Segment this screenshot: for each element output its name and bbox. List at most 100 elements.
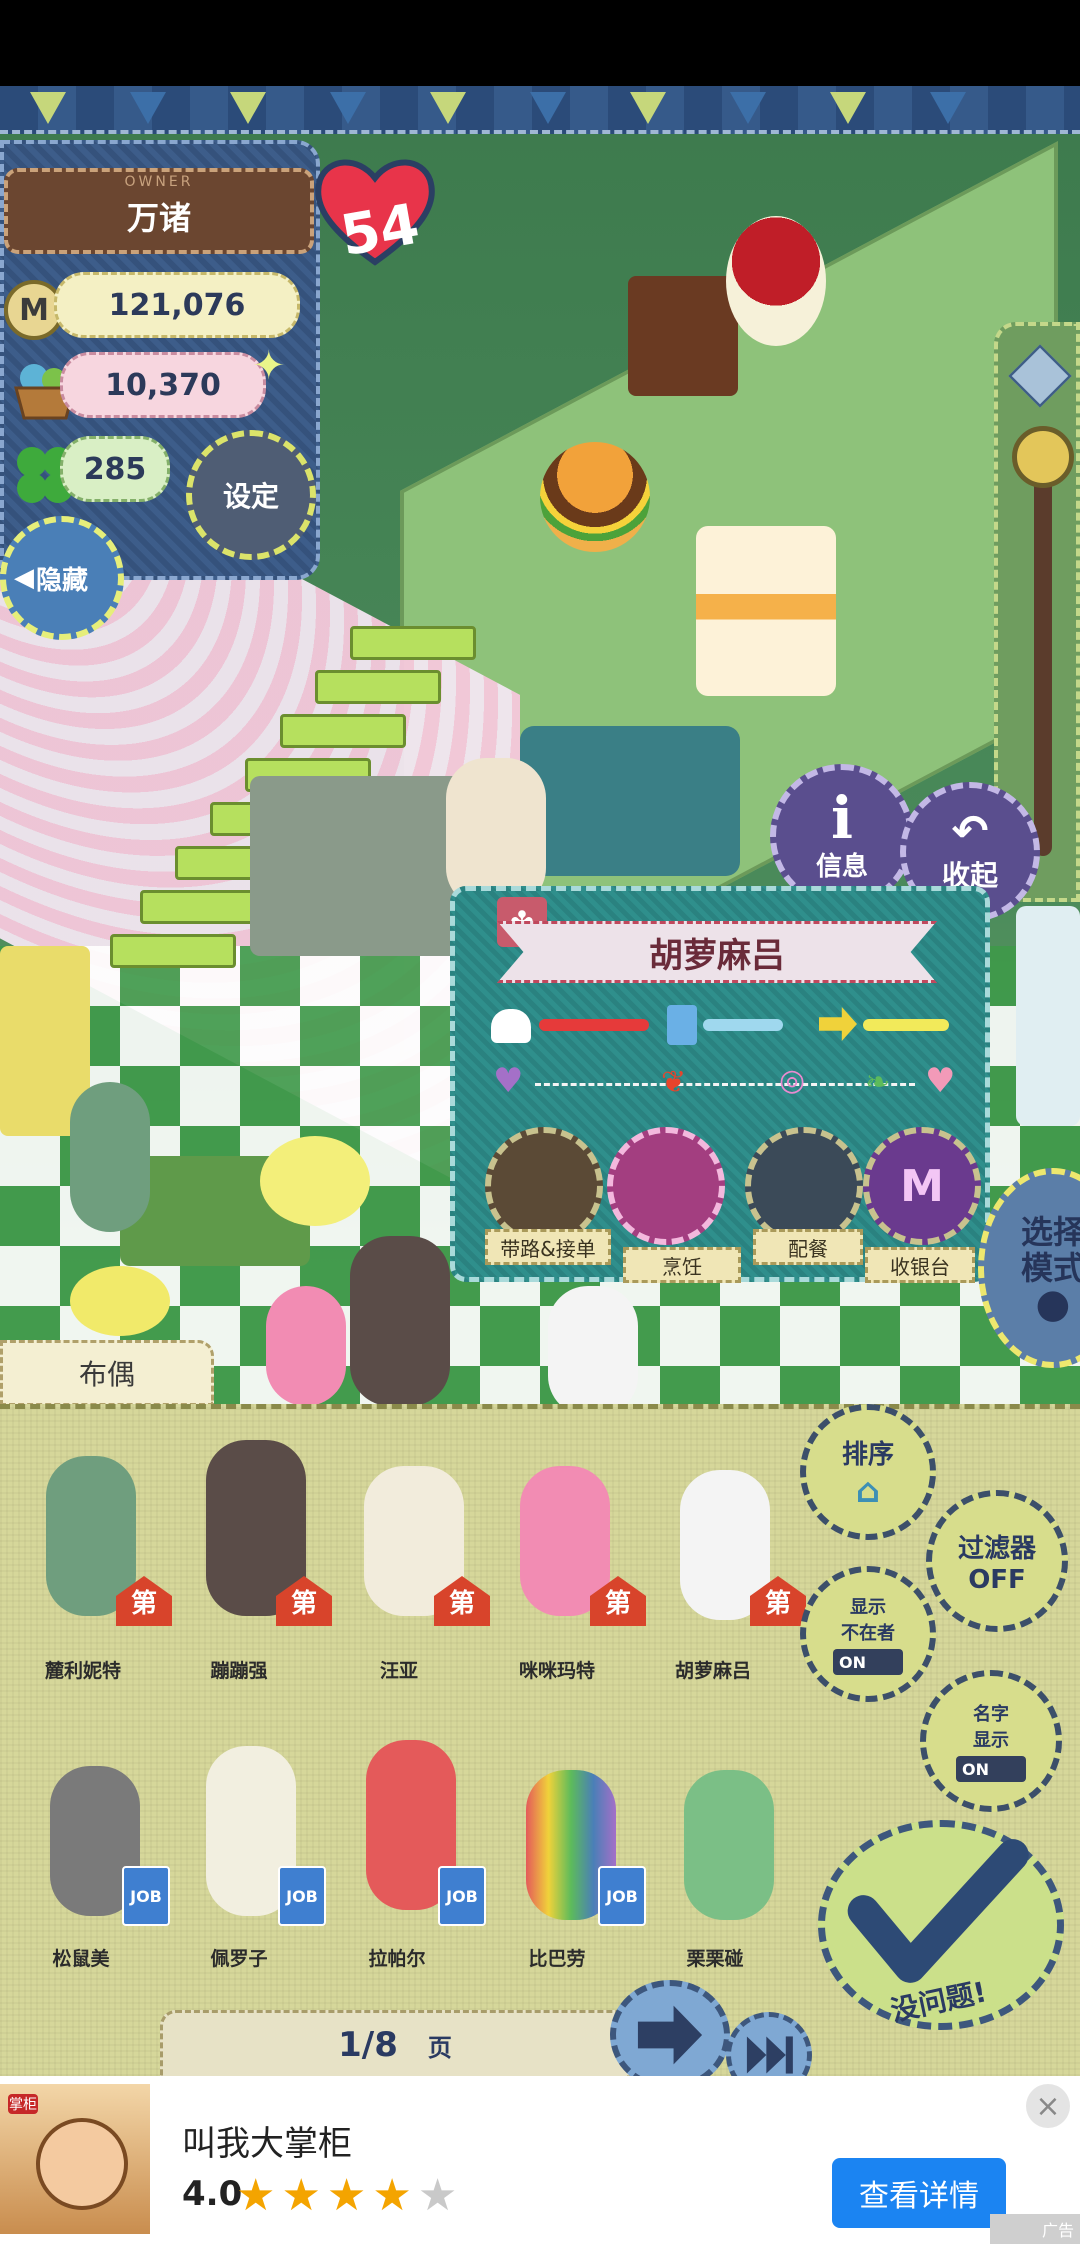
doll-name: 比巴劳 (528, 1948, 586, 1970)
owner-tag: OWNER (124, 174, 194, 190)
info-icon: i (830, 783, 854, 852)
leaf-icon: ❧ (865, 1065, 891, 1100)
filter-state: OFF (968, 1564, 1026, 1595)
doll-card[interactable]: JOB (506, 1770, 646, 1950)
zoom-knob[interactable] (1012, 426, 1074, 488)
broken-heart-icon: ♥ (493, 1061, 524, 1101)
mushroom-lamp[interactable] (260, 1136, 370, 1226)
cup-icon (667, 1005, 697, 1045)
role-guide-button[interactable] (485, 1127, 603, 1245)
show-absent-label-2: 不在者 (841, 1623, 895, 1644)
chef-hat-icon (491, 1009, 531, 1043)
sort-button-label: 排序 (841, 1439, 894, 1470)
show-name-label-1: 名字 (973, 1704, 1009, 1725)
ad-app-icon-label: 掌柜 (8, 2094, 38, 2114)
pepper-icon: ❦ (661, 1065, 687, 1100)
role-guide-label: 带路&接单 (485, 1229, 611, 1265)
coin-count: 121,076 (54, 272, 300, 338)
select-mode-label-1: 选择 (1020, 1213, 1080, 1251)
doll-in-scene-rabbit[interactable] (266, 1286, 346, 1406)
role-cashier-button[interactable]: M (863, 1127, 981, 1245)
role-cook-label: 烹饪 (623, 1247, 741, 1283)
ad-rating: 4.0 (182, 2174, 243, 2214)
job-badge: JOB (438, 1866, 486, 1926)
arrow-icon (819, 1007, 857, 1041)
doll-card[interactable]: JOB (30, 1766, 170, 1946)
hide-button-label: 隐藏 (36, 565, 89, 596)
ad-app-icon[interactable]: 掌柜 (0, 2084, 150, 2234)
zoom-track[interactable] (1034, 436, 1052, 856)
doll-in-scene-tiger[interactable] (350, 1236, 450, 1406)
info-button-label: 信息 (815, 851, 868, 882)
sort-button[interactable]: 排序 ⌂ (800, 1404, 936, 1540)
show-name-label-2: 显示 (973, 1730, 1009, 1751)
star-icon: ★ (281, 2170, 327, 2221)
doll-name: 松鼠美 (52, 1948, 110, 1970)
job-badge: JOB (278, 1866, 326, 1926)
doll-portrait (684, 1770, 774, 1920)
hide-arrow-icon: ◀ (14, 563, 34, 593)
serving-skill-bar (703, 1019, 783, 1031)
filter-button-label: 过滤器 (957, 1533, 1036, 1564)
next-page-button[interactable] (610, 1980, 730, 2090)
role-cashier-label: 收银台 (865, 1247, 975, 1283)
star-icon: ★ (236, 2170, 282, 2221)
owner-nameplate: OWNER 万诸 (4, 168, 314, 254)
show-absent-toggle[interactable]: 显示 不在者 ON (800, 1566, 936, 1702)
show-name-switch[interactable]: ON (956, 1756, 1026, 1782)
doll-card[interactable]: 第 (26, 1456, 172, 1636)
sparkle-icon: ✦ (252, 343, 286, 389)
ad-title: 叫我大掌柜 (182, 2124, 352, 2164)
doll-in-scene-bear[interactable] (70, 1082, 150, 1232)
hide-button[interactable]: ◀ 隐藏 (0, 516, 124, 640)
bunting-decoration (0, 86, 1080, 134)
house-icon: ⌂ (855, 1470, 881, 1511)
job-badge: JOB (122, 1866, 170, 1926)
doll-card[interactable]: 第 (660, 1440, 806, 1626)
show-absent-switch[interactable]: ON (833, 1649, 903, 1675)
doll-name: 栗栗碰 (686, 1948, 744, 1970)
filter-button[interactable]: 过滤器 OFF (926, 1490, 1068, 1632)
paw-icon: ● (1035, 1281, 1071, 1327)
doll-name: 汪亚 (379, 1660, 418, 1682)
flower-pot-decoration[interactable] (726, 216, 826, 346)
doll-in-scene-chef[interactable] (548, 1286, 638, 1416)
doll-card[interactable] (664, 1770, 794, 1950)
role-serve-button[interactable] (745, 1127, 863, 1245)
preference-line (535, 1083, 915, 1086)
star-icon: ★ (326, 2170, 373, 2221)
character-panel: ✤ 胡萝麻吕 ♥ ❦ ◎ ❧ ♥ M 带路&接单 烹饪 配餐 收银台 (450, 886, 990, 1283)
pink-heart-icon: ♥ (925, 1061, 956, 1101)
roster-tab[interactable]: 布偶 (0, 1340, 214, 1406)
water-cooler[interactable] (1016, 906, 1080, 1126)
arrow-right-icon (637, 2005, 703, 2065)
show-name-toggle[interactable]: 名字 显示 ON (920, 1670, 1062, 1812)
doll-card[interactable]: 第 (500, 1436, 646, 1626)
page-indicator: 1/8 (338, 2025, 398, 2065)
doll-name: 麓利妮特 (44, 1660, 121, 1682)
cooking-skill-bar (539, 1019, 649, 1031)
music-box-decoration[interactable] (628, 276, 738, 396)
yellow-stool[interactable] (70, 1266, 170, 1336)
page-unit: 页 (427, 2033, 452, 2062)
close-icon[interactable]: × (1026, 2084, 1070, 2128)
ad-character-face (36, 2118, 128, 2210)
ad-banner[interactable]: 掌柜 叫我大掌柜 4.0 ★★★★★ 查看详情 (0, 2076, 1080, 2244)
burger-decoration[interactable] (540, 442, 650, 552)
cake-decoration[interactable] (696, 526, 836, 696)
view-cube-icon[interactable] (1008, 344, 1072, 408)
owner-name: 万诸 (126, 199, 191, 237)
pagination: 1/8 页 (160, 2010, 630, 2080)
role-cook-button[interactable] (607, 1127, 725, 1245)
ad-details-button[interactable]: 查看详情 (832, 2158, 1006, 2228)
stove[interactable] (520, 726, 740, 876)
vegetable-count: 10,370 (60, 352, 266, 418)
clover-count: 285 (60, 436, 170, 502)
show-absent-label-1: 显示 (850, 1597, 886, 1618)
star-rating: ★★★★★ (236, 2170, 463, 2221)
doll-card[interactable]: 第 (186, 1440, 332, 1626)
settings-button[interactable]: 设定 (186, 430, 316, 560)
doll-card[interactable]: 第 (344, 1466, 490, 1646)
doll-card[interactable]: JOB (346, 1740, 486, 1926)
doll-card[interactable]: JOB (186, 1746, 326, 1926)
